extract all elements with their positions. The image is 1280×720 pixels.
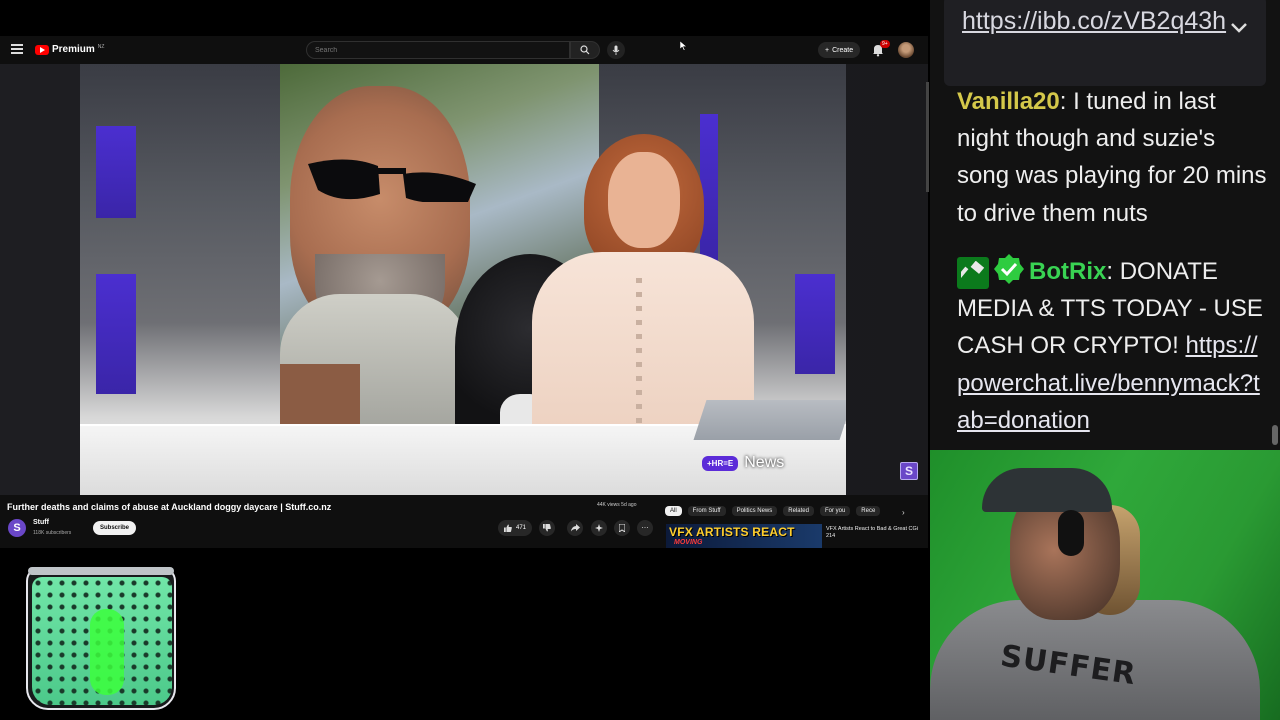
chat-message: BotRix: DONATE MEDIA & TTS TODAY - USE C… xyxy=(957,253,1267,439)
laptop xyxy=(693,400,846,440)
chevron-down-icon[interactable] xyxy=(1230,22,1248,34)
sparkle-icon xyxy=(595,524,603,532)
sunglasses-icon xyxy=(308,159,476,202)
chip-related[interactable]: Related xyxy=(783,506,814,516)
youtube-topbar: Premium NZ + Create 9+ xyxy=(0,36,928,64)
pinned-link[interactable]: https://ibb.co/zVB2q43h xyxy=(962,4,1226,39)
chat-panel: https://ibb.co/zVB2q43h Vanilla20: I tun… xyxy=(930,0,1280,450)
news-label: News xyxy=(744,454,785,471)
pinned-message[interactable]: https://ibb.co/zVB2q43h xyxy=(944,0,1266,86)
youtube-play-icon xyxy=(35,44,49,55)
chip-from-stuff[interactable]: From Stuff xyxy=(687,506,726,516)
chip-politics-news[interactable]: Politics News xyxy=(731,506,778,516)
video-frame: +HR=E News xyxy=(80,64,846,495)
save-button[interactable] xyxy=(614,520,630,536)
share-button[interactable] xyxy=(567,520,583,536)
anchor-face xyxy=(608,152,680,248)
search-icon xyxy=(580,45,590,55)
chevron-right-icon[interactable]: › xyxy=(902,508,905,517)
subscribe-button[interactable]: Subscribe xyxy=(93,521,137,535)
chat-username[interactable]: Vanilla20 xyxy=(957,88,1060,115)
chat-message: Vanilla20: I tuned in last night though … xyxy=(957,83,1267,232)
jar-rim xyxy=(28,567,174,575)
streamer-cap xyxy=(982,468,1112,512)
more-actions-button[interactable]: ⋯ xyxy=(637,520,653,536)
channel-watermark[interactable]: S xyxy=(900,462,918,480)
recommended-video-thumbnail[interactable]: VFX ARTISTS REACT MOVING xyxy=(666,524,822,548)
studio-panel xyxy=(96,274,136,394)
plus-icon: + xyxy=(825,46,830,54)
thumbnail-subtext: MOVING xyxy=(674,539,703,546)
video-title: Further deaths and claims of abuse at Au… xyxy=(7,502,332,512)
notification-badge: 9+ xyxy=(880,40,890,48)
ask-button[interactable] xyxy=(591,520,607,536)
chip-recent[interactable]: Rece xyxy=(856,506,881,516)
account-avatar[interactable] xyxy=(898,42,914,58)
webcam-feed: SUFFER xyxy=(930,450,1280,720)
verified-icon xyxy=(993,253,1025,285)
thumbs-down-icon xyxy=(543,524,551,532)
like-count: 471 xyxy=(516,525,527,531)
anchor-buttons xyxy=(636,278,642,428)
chip-for-you[interactable]: For you xyxy=(819,506,851,516)
youtube-logo[interactable]: Premium NZ xyxy=(35,44,104,55)
channel-subscriber-count: 118K subscribers xyxy=(33,530,72,536)
channel-avatar[interactable]: S xyxy=(8,519,26,537)
chip-all[interactable]: All xyxy=(665,506,682,516)
studio-panel xyxy=(96,126,136,218)
more-icon: ⋯ xyxy=(641,525,649,532)
recommendation-chips: All From Stuff Politics News Related For… xyxy=(665,506,881,516)
news-logo-bug: +HR=E News xyxy=(702,454,784,472)
logo-region: NZ xyxy=(97,43,105,50)
chat-scrollbar[interactable] xyxy=(1272,425,1278,445)
bookmark-icon xyxy=(619,524,625,532)
thumbnail-text: VFX ARTISTS REACT xyxy=(669,525,795,539)
share-icon xyxy=(570,524,580,532)
chat-colon: : xyxy=(1106,258,1120,285)
chat-colon: : xyxy=(1059,88,1074,115)
search-button[interactable] xyxy=(570,41,600,59)
mouse-cursor-icon xyxy=(680,41,688,51)
headphones-icon xyxy=(1058,510,1084,556)
menu-icon[interactable] xyxy=(11,44,23,54)
news-logo: +HR=E xyxy=(702,455,739,471)
chat-username[interactable]: BotRix xyxy=(1029,258,1106,285)
youtube-window: Premium NZ + Create 9+ xyxy=(0,36,929,548)
recommended-video-title[interactable]: VFX Artists React to Bad & Great CGi 214 xyxy=(826,526,924,541)
jar-highlight xyxy=(90,609,124,695)
create-button[interactable]: + Create xyxy=(818,42,861,58)
tip-jar-widget xyxy=(26,567,176,710)
search-input[interactable] xyxy=(306,41,570,59)
view-count: 44K views 5d ago xyxy=(597,502,637,508)
studio-panel xyxy=(795,274,835,374)
jar-glass xyxy=(26,567,176,710)
mic-icon xyxy=(612,45,620,55)
video-player[interactable]: +HR=E News S xyxy=(0,64,928,495)
thumbs-up-icon xyxy=(504,524,512,532)
dislike-button[interactable] xyxy=(539,520,555,536)
like-button[interactable]: 471 xyxy=(498,520,533,536)
create-label: Create xyxy=(832,46,854,54)
voice-search-button[interactable] xyxy=(607,41,625,59)
hammer-icon xyxy=(957,257,989,289)
channel-name[interactable]: Stuff xyxy=(33,519,49,526)
logo-text: Premium xyxy=(52,44,95,55)
page-scrollbar[interactable] xyxy=(926,82,929,192)
